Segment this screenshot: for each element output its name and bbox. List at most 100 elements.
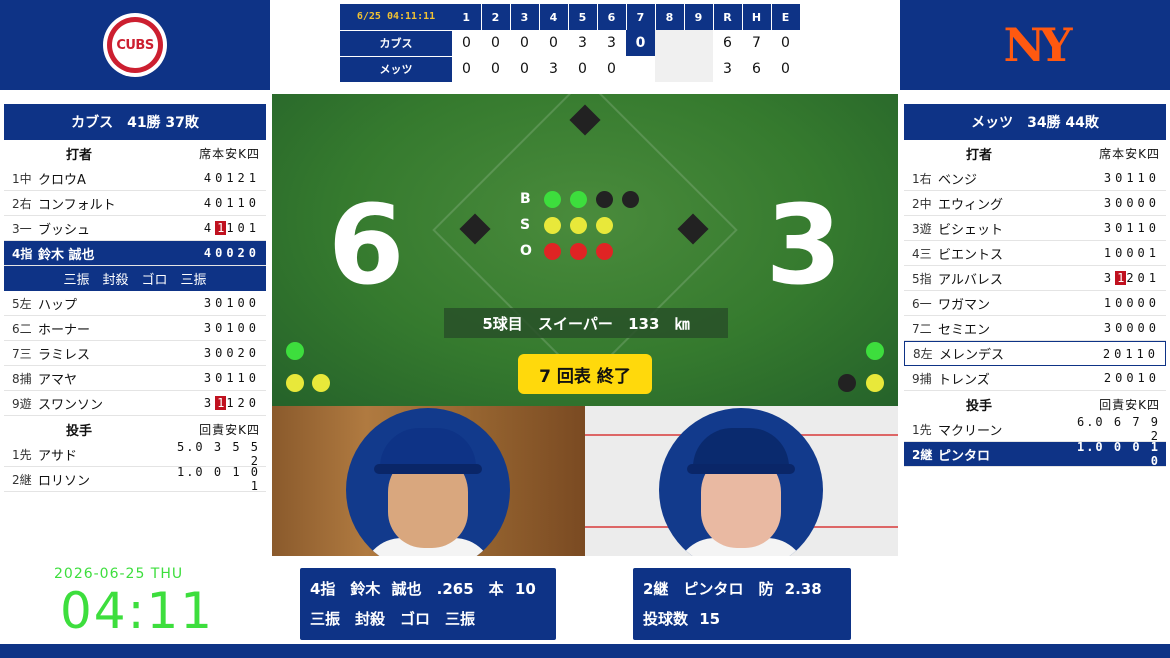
clock-time: 04:11 <box>60 582 215 640</box>
stat-value: 120 <box>226 396 260 410</box>
stat-value: 3 <box>203 396 216 410</box>
batter-order: 7二 <box>912 321 932 336</box>
batter-order: 7三 <box>12 346 32 361</box>
out-indicator <box>544 242 561 260</box>
batter-stats: 30100 <box>203 296 260 310</box>
pitcher-stats: 1.0 0 0 1 0 <box>1076 440 1160 468</box>
inning-header: 1 <box>452 4 482 30</box>
batter-stats: 40020 <box>203 246 260 260</box>
pitcher-row: 1先 マクリーン 6.0 6 7 9 2 <box>904 415 1166 443</box>
ball-indicator <box>622 190 639 208</box>
next-batter-row: 8左 メレンデス 20110 <box>904 341 1166 366</box>
inning-header: 3 <box>510 4 540 30</box>
batter-stats: 20010 <box>1103 371 1160 385</box>
pitchers-columns: 回責安K四 <box>1099 397 1160 412</box>
batter-results: 三振 封殺 ゴロ 三振 <box>310 610 476 628</box>
away-inning-score <box>684 30 713 56</box>
batter-row: 5左 ハップ 30100 <box>4 291 266 316</box>
batter-photo <box>272 406 585 556</box>
batters-columns: 席本安K四 <box>1099 146 1160 161</box>
current-pitcher-row: 2継 ピンタロ 1.0 0 0 1 0 <box>904 440 1166 468</box>
batter-name: ブッシュ <box>38 222 91 238</box>
home-pitchers-header: 投手 回責安K四 <box>904 391 1166 417</box>
cubs-logo-icon: CUBS <box>103 13 167 77</box>
away-inning-score: 3 <box>597 30 626 56</box>
pitcher-order: 2継 <box>12 472 32 487</box>
inning-status: 7 回表 終了 <box>518 354 652 394</box>
homerun-highlight: 1 <box>215 221 227 235</box>
away-score: 6 <box>328 181 405 309</box>
away-pitchers-header: 投手 回責安K四 <box>4 416 266 442</box>
batter-stats: 40121 <box>203 171 260 185</box>
away-runs: 6 <box>713 30 742 56</box>
home-inning-score: 0 <box>481 56 510 82</box>
batter-row: 6二 ホーナー 30100 <box>4 316 266 341</box>
outs-label: O <box>520 243 532 259</box>
line-score-home-row: メッツ 0 0 0 3 0 0 3 6 0 <box>340 55 800 82</box>
homerun-highlight: 1 <box>215 396 227 410</box>
away-hits: 7 <box>742 30 771 56</box>
current-pitcher-box: 2継 ピンタロ 防 2.38 投球数 15 <box>633 568 851 640</box>
home-runner-indicator <box>866 342 884 360</box>
home-errors: 0 <box>771 56 800 82</box>
homerun-highlight: 1 <box>1115 271 1127 285</box>
batter-name: アマヤ <box>38 372 78 388</box>
batter-stats: 20110 <box>1102 346 1159 361</box>
inning-header: 2 <box>481 4 511 30</box>
batter-order: 2右 <box>12 196 32 211</box>
batter-name: ビエントス <box>938 247 1004 263</box>
batter-order: 8捕 <box>12 371 32 386</box>
batter-order: 3遊 <box>912 221 932 236</box>
batters-label: 打者 <box>965 147 992 163</box>
batter-stats: 3 1 201 <box>1090 271 1166 285</box>
batter-order: 8左 <box>913 347 933 361</box>
pitcher-stats: 5.0 3 5 5 2 <box>176 440 260 468</box>
batter-stats: 10001 <box>1103 246 1160 260</box>
batter-stats: 3 1 120 <box>190 396 266 410</box>
away-inning-score: 0 <box>481 30 510 56</box>
stat-value: 3 <box>1103 271 1116 285</box>
batter-name: クロウA <box>38 172 86 188</box>
batter-name: 鈴木 誠也 <box>38 247 95 263</box>
pitcher-name: ピンタロ <box>938 448 991 464</box>
out-indicator <box>596 242 613 260</box>
ball-indicator <box>596 190 613 208</box>
pitcher-summary: 2継 ピンタロ 防 2.38 <box>643 580 822 598</box>
field-display: 6 3 B S O 5球目 スイーパー 133 ㎞ 7 回表 終了 <box>272 77 898 406</box>
batter-name: ベンジ <box>938 172 978 188</box>
stat-value: 4 <box>203 221 216 235</box>
batter-stats: 30020 <box>203 346 260 360</box>
errors-header: E <box>771 4 801 30</box>
batter-name: アルバレス <box>938 272 1003 288</box>
home-team-name: メッツ <box>340 55 452 82</box>
pitcher-order: 2継 <box>912 447 933 462</box>
pitcher-row: 2継 ロリソン 1.0 0 1 0 1 <box>4 465 266 493</box>
batter-stats: 30110 <box>203 371 260 385</box>
stat-value: 201 <box>1126 271 1160 285</box>
strikes-row: S <box>520 212 648 238</box>
away-inning-score: 0 <box>510 30 539 56</box>
batter-row: 7三 ラミレス 30020 <box>4 341 266 366</box>
runs-header: R <box>713 4 743 30</box>
batter-order: 4指 <box>12 246 33 261</box>
pitchers-label: 投手 <box>65 423 92 439</box>
away-team-record: カブス 41勝 37敗 <box>4 104 266 140</box>
pitchers-label: 投手 <box>965 398 992 414</box>
batters-label: 打者 <box>65 147 92 163</box>
current-batter-box: 4指 鈴木 誠也 .265 本 10 三振 封殺 ゴロ 三振 <box>300 568 556 640</box>
batter-order: 5左 <box>12 296 32 311</box>
batters-columns: 席本安K四 <box>199 146 260 161</box>
batter-row: 6一 ワガマン 10000 <box>904 291 1166 316</box>
pitch-info: 5球目 スイーパー 133 ㎞ <box>444 308 728 338</box>
batter-photo-circle <box>346 408 510 556</box>
batter-stats: 10000 <box>1103 296 1160 310</box>
batter-stats: 40110 <box>203 196 260 210</box>
pitcher-photo-circle <box>659 408 823 556</box>
home-runner-indicator <box>838 374 856 392</box>
batter-name: スワンソン <box>38 397 104 413</box>
balls-row: B <box>520 186 648 212</box>
out-indicator <box>570 242 587 260</box>
batter-row: 2右 コンフォルト 40110 <box>4 191 266 216</box>
batter-row: 5指 アルバレス 3 1 201 <box>904 266 1166 291</box>
batter-row: 3一 ブッシュ 4 1 101 <box>4 216 266 241</box>
